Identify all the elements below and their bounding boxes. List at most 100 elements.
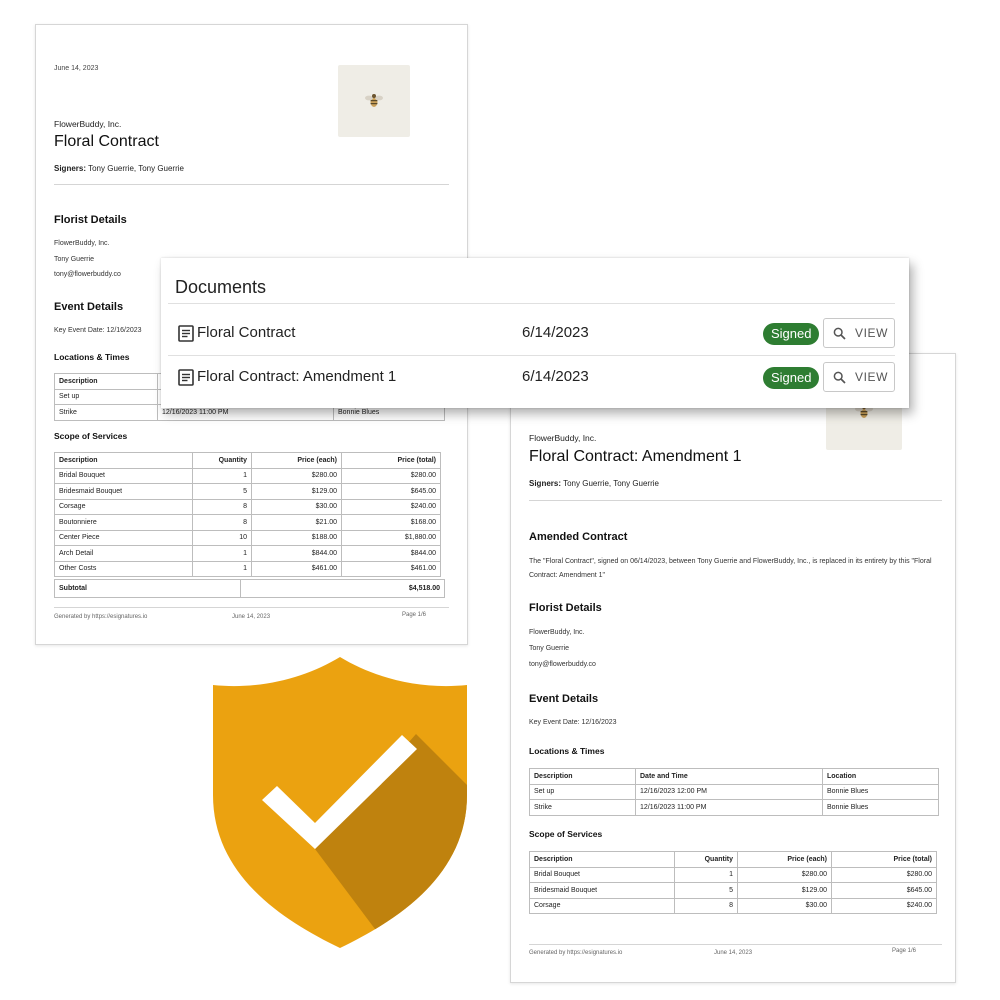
table-cell: $280.00	[341, 467, 441, 484]
table-cell: $280.00	[737, 866, 832, 883]
document-date: 6/14/2023	[522, 368, 589, 385]
florist-details-heading: Florist Details	[54, 214, 127, 226]
footer-generated: Generated by https://esignatures.io	[529, 950, 623, 956]
table-cell: Center Piece	[54, 529, 193, 546]
search-icon	[833, 371, 846, 384]
florist-email: tony@flowerbuddy.co	[529, 661, 596, 668]
signers-names: Tony Guerrie, Tony Guerrie	[563, 479, 659, 488]
bee-logo-icon	[365, 94, 383, 107]
document-row[interactable]: Floral Contract 6/14/2023 Signed VIEW	[168, 311, 895, 355]
column-header: Price (total)	[341, 452, 441, 469]
table-cell: 1	[192, 545, 252, 562]
table-cell: Boutonniere	[54, 514, 193, 531]
table-row: Bridesmaid Bouquet 5 $129.00 $645.00	[529, 882, 937, 899]
locations-heading: Locations & Times	[54, 352, 130, 362]
document-name[interactable]: Floral Contract	[197, 324, 295, 341]
event-details-heading: Event Details	[54, 301, 124, 313]
table-row: Other Costs 1 $461.00 $461.00	[54, 560, 441, 577]
divider	[168, 303, 895, 304]
key-event-date: Key Event Date: 12/16/2023	[54, 327, 142, 334]
table-cell: Bridesmaid Bouquet	[529, 882, 675, 899]
scope-heading: Scope of Services	[529, 829, 603, 839]
table-row: Bridesmaid Bouquet 5 $129.00 $645.00	[54, 483, 441, 500]
documents-panel: Documents Floral Contract 6/14/2023 Sign…	[161, 258, 909, 408]
table-cell: Set up	[529, 783, 636, 800]
column-header: Location	[822, 768, 939, 785]
view-button-label: VIEW	[855, 326, 889, 340]
signers-label: Signers:	[54, 164, 87, 173]
table-cell: $188.00	[251, 529, 342, 546]
locations-heading: Locations & Times	[529, 746, 605, 756]
footer-date: June 14, 2023	[714, 950, 753, 956]
table-cell: 12/16/2023 11:00 PM	[635, 799, 823, 816]
table-cell: Bridal Bouquet	[54, 467, 193, 484]
view-button[interactable]: VIEW	[823, 362, 895, 392]
document-icon	[178, 325, 194, 342]
table-cell: 8	[674, 897, 738, 914]
column-header: Quantity	[674, 851, 738, 868]
table-cell: 1	[674, 866, 738, 883]
column-header: Description	[529, 768, 636, 785]
table-cell: Bridesmaid Bouquet	[54, 483, 193, 500]
column-header: Description	[529, 851, 675, 868]
subtotal-label: Subtotal	[54, 579, 241, 598]
table-cell: $645.00	[341, 483, 441, 500]
column-header: Price (each)	[251, 452, 342, 469]
amendment-page: FlowerBuddy, Inc. Floral Contract: Amend…	[510, 353, 956, 983]
page-title: Floral Contract	[54, 133, 159, 150]
florist-company: FlowerBuddy, Inc.	[54, 240, 110, 247]
table-header-row: Description Quantity Price (each) Price …	[54, 452, 441, 469]
table-header-row: Description Quantity Price (each) Price …	[529, 851, 937, 868]
table-cell: Bonnie Blues	[822, 783, 939, 800]
column-header: Price (total)	[831, 851, 937, 868]
scope-heading: Scope of Services	[54, 431, 128, 441]
company-name: FlowerBuddy, Inc.	[529, 433, 597, 443]
divider	[54, 184, 449, 185]
footer-page-number: Page 1/6	[892, 948, 917, 954]
document-row[interactable]: Floral Contract: Amendment 1 6/14/2023 S…	[168, 355, 895, 399]
table-cell: Other Costs	[54, 560, 193, 577]
search-icon	[833, 327, 846, 340]
florist-details-heading: Florist Details	[529, 602, 602, 614]
table-row: Set up 12/16/2023 12:00 PM Bonnie Blues	[529, 783, 939, 800]
divider	[529, 500, 942, 501]
amended-contract-text: The "Floral Contract", signed on 06/14/2…	[529, 558, 932, 579]
table-cell: Strike	[54, 404, 158, 421]
table-cell: $21.00	[251, 514, 342, 531]
table-cell: 10	[192, 529, 252, 546]
document-date: June 14, 2023	[54, 65, 99, 72]
locations-table: Description Date and Time Location Set u…	[529, 768, 939, 816]
table-row: Arch Detail 1 $844.00 $844.00	[54, 545, 441, 562]
table-cell: 1	[192, 560, 252, 577]
table-cell: $461.00	[251, 560, 342, 577]
table-cell: $280.00	[251, 467, 342, 484]
table-cell: Strike	[529, 799, 636, 816]
table-cell: $461.00	[341, 560, 441, 577]
table-cell: $240.00	[831, 897, 937, 914]
table-row: Strike 12/16/2023 11:00 PM Bonnie Blues	[529, 799, 939, 816]
table-row: Corsage 8 $30.00 $240.00	[529, 897, 937, 914]
view-button[interactable]: VIEW	[823, 318, 895, 348]
table-cell: $240.00	[341, 498, 441, 515]
florist-email: tony@flowerbuddy.co	[54, 271, 121, 278]
table-cell: 12/16/2023 12:00 PM	[635, 783, 823, 800]
table-cell: Corsage	[54, 498, 193, 515]
table-cell: $30.00	[251, 498, 342, 515]
signers-line: Signers: Tony Guerrie, Tony Guerrie	[54, 164, 184, 173]
florist-name: Tony Guerrie	[54, 256, 95, 263]
footer-divider	[529, 944, 942, 945]
document-name[interactable]: Floral Contract: Amendment 1	[197, 368, 396, 385]
table-cell: 8	[192, 498, 252, 515]
company-logo	[338, 65, 410, 137]
signers-names: Tony Guerrie, Tony Guerrie	[88, 164, 184, 173]
table-cell: $1,880.00	[341, 529, 441, 546]
table-cell: $280.00	[831, 866, 937, 883]
florist-company: FlowerBuddy, Inc.	[529, 629, 585, 636]
signers-line: Signers: Tony Guerrie, Tony Guerrie	[529, 479, 659, 488]
table-cell: 8	[192, 514, 252, 531]
subtotal-row: Subtotal $4,518.00	[54, 579, 445, 598]
table-cell: $129.00	[737, 882, 832, 899]
page-title: Floral Contract: Amendment 1	[529, 448, 742, 465]
footer-generated: Generated by https://esignatures.io	[54, 614, 148, 620]
table-cell: Set up	[54, 388, 158, 405]
